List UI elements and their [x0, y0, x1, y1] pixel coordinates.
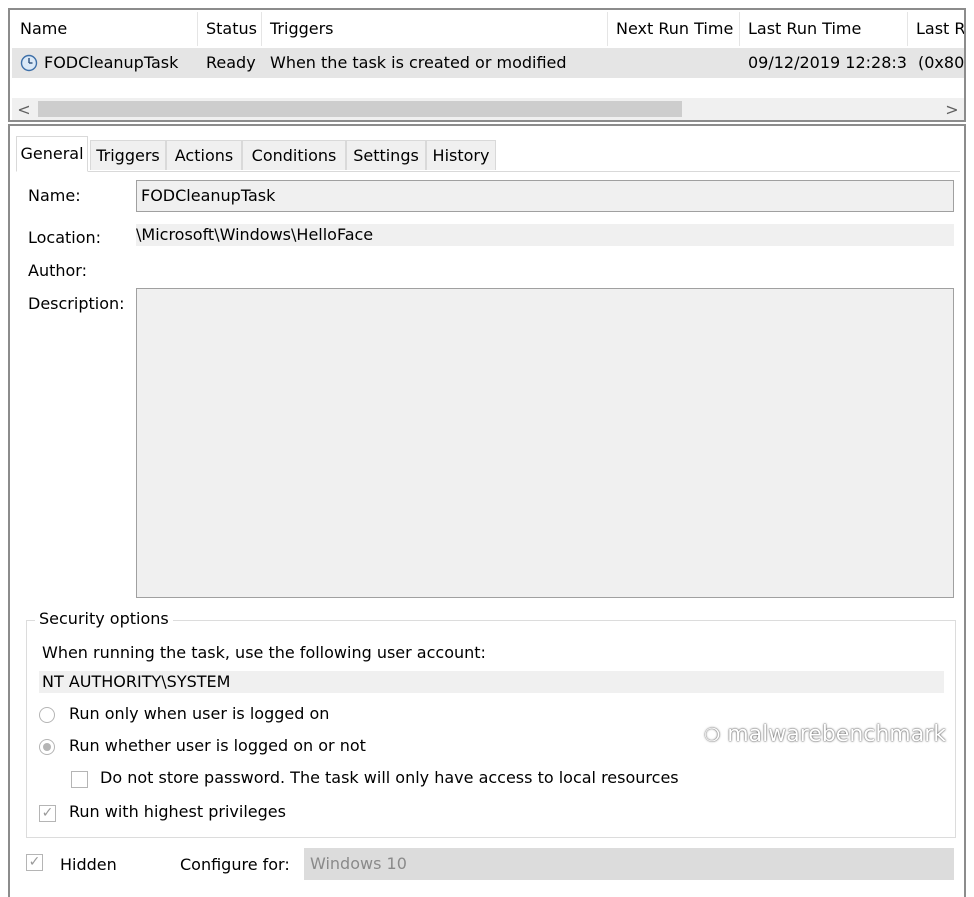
watermark: ❍ malwarebenchmark: [704, 722, 946, 747]
description-field[interactable]: [136, 288, 954, 598]
watermark-text: malwarebenchmark: [727, 722, 946, 747]
run-whether-logged-on-radio[interactable]: [39, 739, 55, 755]
security-options-title: Security options: [35, 609, 173, 628]
tab-settings[interactable]: Settings: [346, 140, 426, 170]
location-value: \Microsoft\Windows\HelloFace: [136, 224, 954, 246]
column-header-last-run-time[interactable]: Last Run Time: [740, 12, 908, 46]
tab-conditions[interactable]: Conditions: [242, 140, 346, 170]
run-only-logged-on-label[interactable]: Run only when user is logged on: [69, 704, 329, 723]
tab-actions[interactable]: Actions: [166, 140, 242, 170]
scroll-right-arrow-icon[interactable]: >: [940, 98, 964, 120]
task-properties-panel: General Triggers Actions Conditions Sett…: [8, 124, 966, 897]
do-not-store-password-checkbox[interactable]: [71, 771, 88, 788]
author-label: Author:: [28, 261, 87, 280]
tab-history[interactable]: History: [426, 140, 496, 170]
do-not-store-password-label[interactable]: Do not store password. The task will onl…: [100, 768, 679, 787]
highest-privileges-label[interactable]: Run with highest privileges: [69, 802, 286, 821]
user-account-value: NT AUTHORITY\SYSTEM: [39, 671, 944, 693]
horizontal-scrollbar[interactable]: < >: [12, 98, 964, 120]
task-last-result-cell: (0x800: [918, 53, 964, 72]
task-status-cell: Ready: [206, 53, 256, 72]
tab-divider: [16, 171, 960, 172]
task-last-run-cell: 09/12/2019 12:28:31: [748, 53, 908, 72]
scroll-left-arrow-icon[interactable]: <: [12, 98, 36, 120]
task-next-run-cell: [616, 48, 740, 78]
hidden-label[interactable]: Hidden: [60, 855, 117, 874]
task-list[interactable]: Name Status Triggers Next Run Time Last …: [8, 8, 966, 122]
location-label: Location:: [28, 228, 102, 247]
tab-general[interactable]: General: [16, 136, 88, 172]
task-triggers-cell: When the task is created or modified: [270, 53, 567, 72]
column-header-status[interactable]: Status: [198, 12, 262, 46]
wechat-icon: ❍: [704, 725, 721, 746]
task-clock-icon: [20, 54, 38, 72]
account-prompt: When running the task, use the following…: [42, 643, 486, 662]
column-header-last-run-result[interactable]: Last Ru: [908, 12, 964, 46]
scrollbar-thumb[interactable]: [38, 101, 682, 117]
run-only-logged-on-radio[interactable]: [39, 707, 55, 723]
hidden-checkbox[interactable]: ✓: [26, 854, 43, 871]
task-row[interactable]: FODCleanupTask Ready When the task is cr…: [12, 48, 964, 78]
configure-for-label: Configure for:: [180, 855, 290, 874]
column-header-name[interactable]: Name: [12, 12, 198, 46]
tab-triggers[interactable]: Triggers: [90, 140, 166, 170]
configure-for-dropdown[interactable]: Windows 10: [304, 848, 954, 880]
highest-privileges-checkbox[interactable]: ✓: [39, 805, 56, 822]
column-header-next-run-time[interactable]: Next Run Time: [608, 12, 740, 46]
description-label: Description:: [28, 294, 125, 313]
name-label: Name:: [28, 186, 81, 205]
task-name-cell: FODCleanupTask: [44, 53, 179, 72]
run-whether-logged-on-label[interactable]: Run whether user is logged on or not: [69, 736, 366, 755]
name-field[interactable]: FODCleanupTask: [136, 180, 954, 212]
column-header-triggers[interactable]: Triggers: [262, 12, 608, 46]
